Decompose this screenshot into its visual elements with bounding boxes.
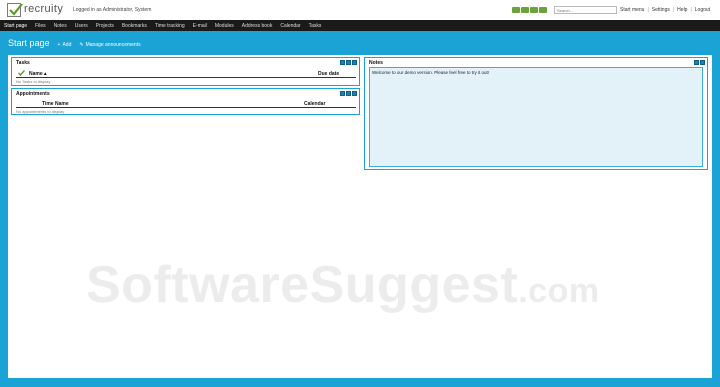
help-link[interactable]: Help — [677, 7, 687, 13]
settings-button[interactable] — [346, 91, 351, 96]
login-info: Logged in as Administrator, System — [73, 7, 152, 13]
logo-check-icon — [7, 3, 23, 17]
collapse-button[interactable] — [340, 60, 345, 65]
wrench-icon: ✎ — [79, 42, 84, 48]
widget-header: Notes — [365, 58, 707, 66]
collapse-button[interactable] — [340, 91, 345, 96]
toolbar-icons — [512, 7, 547, 13]
nav-address-book[interactable]: Address book — [238, 20, 277, 31]
nav-files[interactable]: Files — [31, 20, 50, 31]
notes-text: Welcome to our demo version. Please feel… — [372, 70, 489, 75]
separator: | — [672, 7, 675, 13]
nav-notes[interactable]: Notes — [50, 20, 71, 31]
widget-header: Tasks — [12, 58, 359, 66]
widget-title: Notes — [369, 60, 383, 66]
settings-button[interactable] — [346, 60, 351, 65]
separator: | — [647, 7, 649, 13]
main-nav: Start page Files Notes Users Projects Bo… — [0, 20, 720, 31]
close-button[interactable] — [352, 91, 357, 96]
top-links: Start menu | Settings | Help | Logout — [620, 7, 710, 13]
manage-announcements-button[interactable]: ✎ Manage announcements — [79, 42, 140, 48]
page-header: Start page + Add ✎ Manage announcements — [8, 38, 141, 48]
nav-modules[interactable]: Modules — [211, 20, 238, 31]
notes-widget: Notes Welcome to our demo version. Pleas… — [364, 57, 708, 170]
nav-calendar[interactable]: Calendar — [276, 20, 304, 31]
search-input[interactable] — [554, 6, 617, 14]
collapse-button[interactable] — [694, 60, 699, 65]
nav-users[interactable]: Users — [71, 20, 92, 31]
nav-start-page[interactable]: Start page — [0, 20, 31, 31]
header-rule — [16, 107, 356, 108]
tasks-widget: Tasks Name ▴ Due date No Tasks to displa… — [11, 57, 360, 86]
widget-header: Appointments — [12, 89, 359, 97]
nav-email[interactable]: E-mail — [189, 20, 211, 31]
nav-tasks[interactable]: Tasks — [305, 20, 326, 31]
refresh-icon[interactable] — [539, 7, 547, 13]
plus-icon: + — [57, 42, 61, 48]
empty-message: No Tasks to display — [16, 79, 51, 84]
nav-bookmarks[interactable]: Bookmarks — [118, 20, 151, 31]
close-button[interactable] — [352, 60, 357, 65]
settings-link[interactable]: Settings — [652, 7, 670, 13]
separator: | — [690, 7, 692, 13]
close-button[interactable] — [700, 60, 705, 65]
add-button[interactable]: + Add — [58, 42, 72, 48]
logout-link[interactable]: Logout — [695, 7, 710, 13]
mail-icon[interactable] — [512, 7, 520, 13]
nav-time-tracking[interactable]: Time tracking — [151, 20, 189, 31]
start-menu-link[interactable]: Start menu — [620, 7, 644, 13]
widget-controls — [340, 60, 357, 65]
top-bar: recruity Logged in as Administrator, Sys… — [0, 0, 720, 20]
nav-projects[interactable]: Projects — [92, 20, 118, 31]
add-label: Add — [62, 42, 72, 48]
page-title: Start page — [8, 38, 50, 48]
widget-controls — [340, 91, 357, 96]
calendar-icon[interactable] — [530, 7, 538, 13]
appointments-widget: Appointments Time Name Calendar No appoi… — [11, 88, 360, 115]
header-rule — [16, 77, 356, 78]
manage-announcements-label: Manage announcements — [85, 42, 141, 48]
widget-controls — [694, 60, 705, 65]
notes-textarea[interactable]: Welcome to our demo version. Please feel… — [369, 67, 703, 167]
empty-message: No appointments to display — [16, 109, 65, 114]
watermark: SoftwareSuggest.com — [86, 256, 600, 314]
logo-text: recruity — [24, 3, 64, 15]
widget-title: Tasks — [16, 60, 30, 66]
checkmark-icon[interactable] — [18, 70, 25, 76]
folder-icon[interactable] — [521, 7, 529, 13]
widget-title: Appointments — [16, 91, 50, 97]
content-area: Tasks Name ▴ Due date No Tasks to displa… — [8, 55, 712, 378]
